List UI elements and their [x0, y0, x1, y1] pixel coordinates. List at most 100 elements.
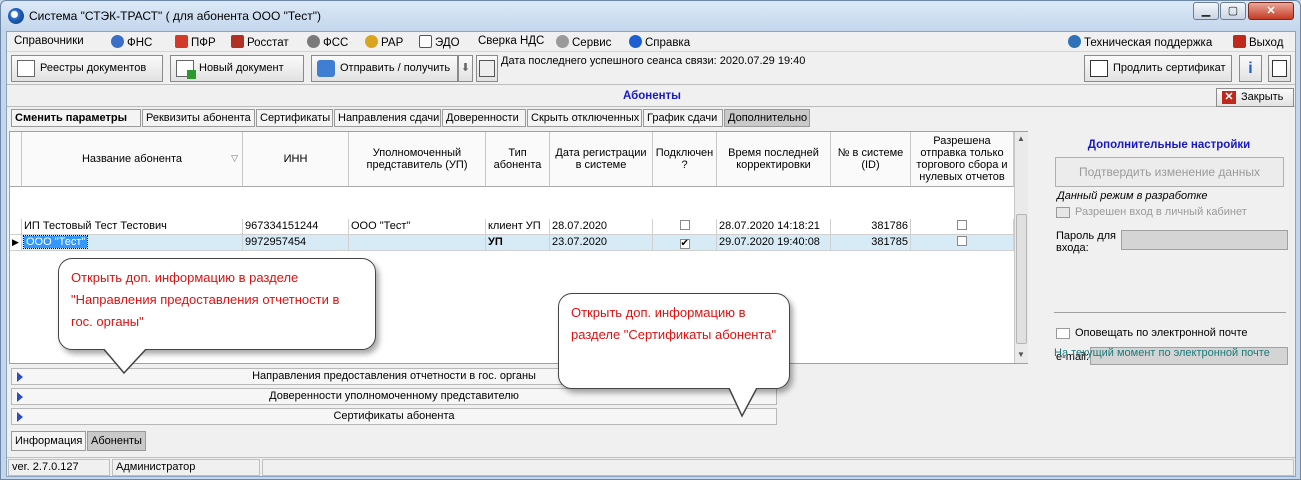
support-globe-icon: [1068, 35, 1081, 48]
new-document-button[interactable]: Новый документ: [170, 55, 304, 82]
zero-reports-checkbox[interactable]: [957, 236, 967, 246]
cell-representative[interactable]: [349, 235, 486, 251]
menu-exit[interactable]: Выход: [1233, 35, 1283, 49]
menu-fns[interactable]: ФНС: [111, 35, 152, 49]
tab-powers-of-attorney[interactable]: Доверенности: [442, 109, 526, 127]
close-icon: ✕: [1222, 91, 1236, 104]
cell-type[interactable]: УП: [486, 235, 550, 251]
column-header-type[interactable]: Тип абонента: [486, 132, 550, 187]
table-row[interactable]: ▶ ООО "Тест" 9972957454 УП 23.07.2020 ✔ …: [10, 235, 1014, 251]
print-button[interactable]: [476, 55, 498, 82]
menu-label: Сверка НДС: [478, 35, 545, 47]
callout-certificates-pointer: [726, 385, 760, 418]
cell-connected[interactable]: ✔: [653, 235, 717, 251]
scroll-up-icon[interactable]: ▲: [1017, 134, 1025, 143]
menu-spravochniki[interactable]: Справочники: [14, 35, 84, 47]
email-status-text: На текущий момент по электронной почте: [1054, 347, 1270, 359]
cell-type[interactable]: клиент УП: [486, 219, 550, 235]
cabinet-checkbox[interactable]: [1056, 207, 1070, 218]
cell-zero-reports[interactable]: [911, 219, 1014, 235]
menu-servis[interactable]: Сервис: [556, 35, 611, 49]
menu-sverka-nds[interactable]: Сверка НДС: [478, 35, 544, 47]
callout-directions-pointer: [100, 346, 150, 375]
menu-rar[interactable]: РАР: [365, 35, 403, 49]
cell-id[interactable]: 381786: [831, 219, 911, 235]
expander-powers-of-attorney[interactable]: Доверенности уполномоченному представите…: [11, 388, 777, 405]
tab-change-params[interactable]: Сменить параметры: [11, 109, 141, 127]
tab-requisites[interactable]: Реквизиты абонента: [142, 109, 255, 127]
expander-certificates[interactable]: Сертификаты абонента: [11, 408, 777, 425]
cell-inn[interactable]: 9972957454: [243, 235, 349, 251]
pdf-button[interactable]: [1268, 55, 1291, 82]
cell-last-modified[interactable]: 28.07.2020 14:18:21: [717, 219, 831, 235]
scrollbar-thumb[interactable]: [1016, 214, 1027, 344]
menu-label: ЭДО: [435, 37, 460, 49]
menu-fss[interactable]: ФСС: [307, 35, 348, 49]
cell-reg-date[interactable]: 23.07.2020: [550, 235, 653, 251]
column-header-id[interactable]: № в системе (ID): [831, 132, 911, 187]
send-receive-icon: [317, 60, 335, 77]
confirm-changes-button[interactable]: Подтвердить изменение данных: [1055, 157, 1284, 187]
status-empty-segment: [262, 459, 1294, 476]
gear-icon: [556, 35, 569, 48]
menu-support[interactable]: Техническая поддержка: [1068, 35, 1212, 49]
extend-certificate-button[interactable]: Продлить сертификат: [1084, 55, 1232, 82]
scroll-down-icon[interactable]: ▼: [1017, 350, 1025, 359]
callout-text: Открыть доп. информацию в разделе "Напра…: [71, 270, 340, 329]
button-label: Закрыть: [1241, 91, 1284, 103]
send-options-arrow[interactable]: ⬇: [458, 55, 473, 82]
tab-information[interactable]: Информация: [11, 431, 86, 451]
cell-inn[interactable]: 967334151244: [243, 219, 349, 235]
registries-button[interactable]: Реестры документов: [11, 55, 163, 82]
tab-additional[interactable]: Дополнительно: [724, 109, 810, 127]
user-text: Администратор: [112, 459, 260, 476]
row-indicator-header: [10, 132, 22, 187]
notify-email-checkbox[interactable]: [1056, 328, 1070, 339]
cell-name[interactable]: ИП Тестовый Тест Тестович: [22, 219, 243, 235]
menu-rosstat[interactable]: Росстат: [231, 35, 289, 49]
send-receive-button[interactable]: Отправить / получить: [311, 55, 458, 82]
cell-zero-reports[interactable]: [911, 235, 1014, 251]
app-logo-icon: [8, 8, 24, 24]
column-header-reg-date[interactable]: Дата регистрации в системе: [550, 132, 653, 187]
cell-name[interactable]: ООО "Тест": [22, 235, 243, 251]
close-window-button[interactable]: ✕: [1248, 2, 1294, 20]
info-icon: i: [1248, 60, 1253, 77]
zero-reports-checkbox[interactable]: [957, 220, 967, 230]
fns-icon: [111, 35, 124, 48]
connected-checkbox[interactable]: ✔: [679, 239, 690, 249]
connected-checkbox[interactable]: [679, 220, 690, 230]
cell-id[interactable]: 381785: [831, 235, 911, 251]
pdf-document-icon: [1272, 60, 1287, 77]
menu-label: ФНС: [127, 37, 153, 49]
minimize-button[interactable]: ▁: [1193, 2, 1219, 20]
menu-bar: Справочники ФНС ПФР Росстат ФСС РАР ЭДО …: [7, 32, 1295, 52]
cell-reg-date[interactable]: 28.07.2020: [550, 219, 653, 235]
grid-scrollbar[interactable]: ▲ ▼: [1014, 132, 1028, 363]
menu-pfr[interactable]: ПФР: [175, 35, 216, 49]
cell-connected[interactable]: [653, 219, 717, 235]
column-header-connected[interactable]: Подключен ?: [653, 132, 717, 187]
close-section-button[interactable]: ✕ Закрыть: [1216, 88, 1294, 107]
column-header-inn[interactable]: ИНН: [243, 132, 349, 187]
menu-edo[interactable]: ЭДО: [419, 35, 460, 49]
maximize-button[interactable]: ▢: [1220, 2, 1246, 20]
info-button[interactable]: i: [1239, 55, 1262, 82]
tab-directions[interactable]: Направления сдачи: [334, 109, 441, 127]
tab-subscribers[interactable]: Абоненты: [87, 431, 146, 451]
column-header-name[interactable]: Название абонента ▽: [22, 132, 243, 187]
expand-arrow-icon: [17, 372, 23, 382]
tab-schedule[interactable]: График сдачи: [643, 109, 723, 127]
table-row[interactable]: ИП Тестовый Тест Тестович 967334151244 О…: [10, 219, 1014, 235]
tab-certificates[interactable]: Сертификаты: [256, 109, 333, 127]
column-header-last-modified[interactable]: Время последней корректировки: [717, 132, 831, 187]
tab-hide-disabled[interactable]: Скрыть отключенных: [527, 109, 642, 127]
password-input[interactable]: [1121, 230, 1288, 250]
cell-last-modified[interactable]: 29.07.2020 19:40:08: [717, 235, 831, 251]
column-header-zero-reports[interactable]: Разрешена отправка только торгового сбор…: [911, 132, 1014, 187]
rar-icon: [365, 35, 378, 48]
client-area: Справочники ФНС ПФР Росстат ФСС РАР ЭДО …: [6, 31, 1296, 477]
menu-spravka[interactable]: Справка: [629, 35, 690, 49]
cell-representative[interactable]: ООО "Тест": [349, 219, 486, 235]
column-header-representative[interactable]: Уполномоченный представитель (УП): [349, 132, 486, 187]
